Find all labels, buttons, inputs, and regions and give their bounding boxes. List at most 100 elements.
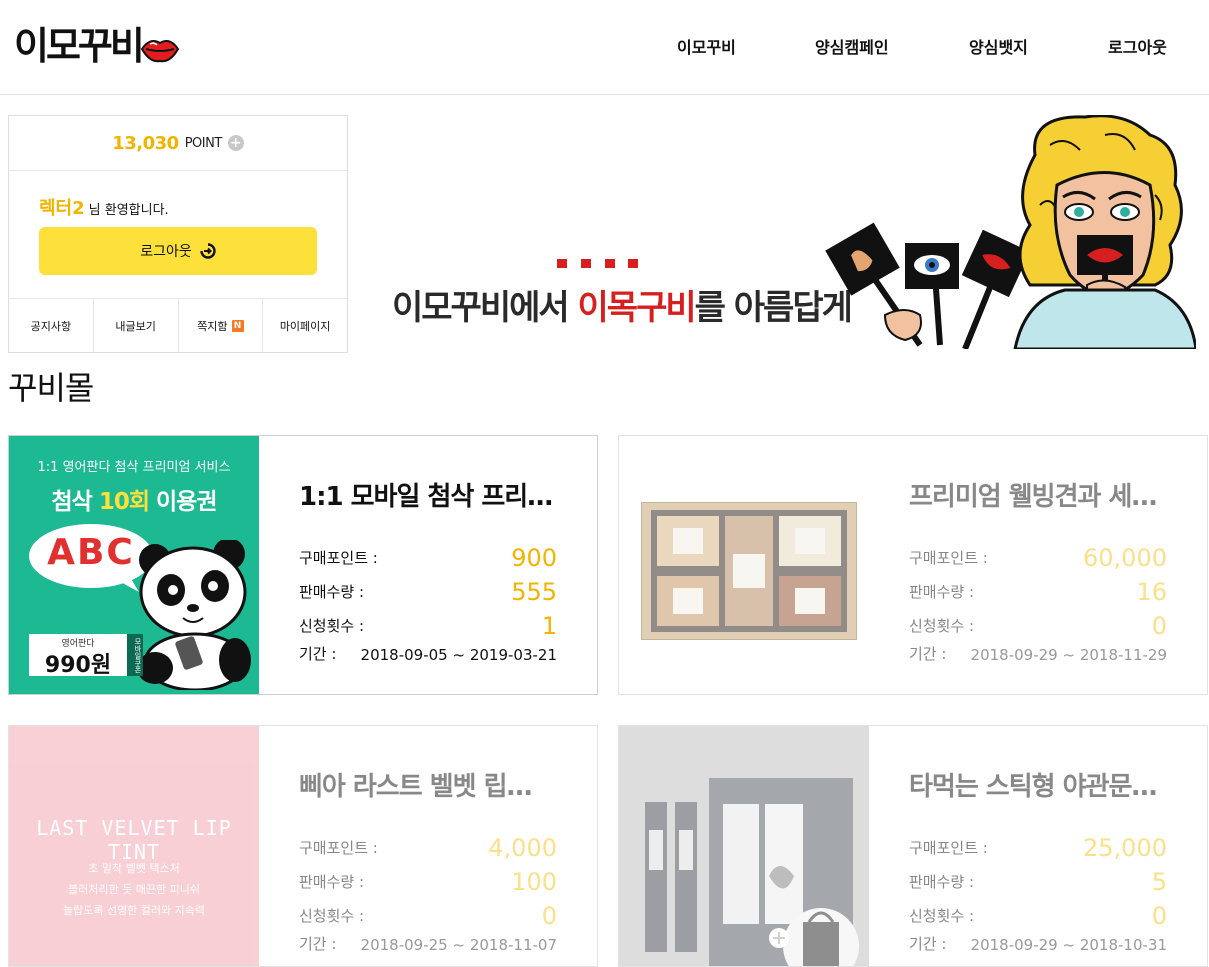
logout-button-label: 로그아웃 <box>140 244 192 260</box>
nav-item-logout[interactable]: 로그아웃 <box>1108 34 1167 58</box>
product-info: 1:1 모바일 첨삭 프리… 구매포인트 : 900 판매수량 : 555 신청횟수… <box>299 436 557 694</box>
period-label: 기간 : <box>909 645 947 663</box>
sales-qty-value: 5 <box>1151 868 1167 896</box>
product-name[interactable]: 삐아 라스트 벨벳 립… <box>299 766 557 803</box>
panda-main-highlight: 10회 <box>98 489 150 515</box>
banner-headline: 이모꾸비에서 이목구비를 아름답게 <box>392 280 853 329</box>
menu-messages[interactable]: 쪽지함 N <box>179 299 264 352</box>
period-row: 기간 : 2018-09-25 ~ 2018-11-07 <box>299 928 557 958</box>
apply-count-value: 0 <box>1151 902 1167 930</box>
product-info: 프리미엄 웰빙견과 세… 구매포인트 : 60,000 판매수량 : 16 신청횟수… <box>909 436 1167 694</box>
menu-mypage[interactable]: 마이페이지 <box>263 299 347 352</box>
apply-count-row: 신청횟수 : 1 <box>299 610 557 640</box>
period-row: 기간 : 2018-09-05 ~ 2019-03-21 <box>299 638 557 668</box>
username: 렉터2 <box>39 198 85 219</box>
sales-qty-label: 판매수량 : <box>909 583 975 601</box>
purchase-point-label: 구매포인트 : <box>299 549 378 567</box>
points-row: 13,030 POINT + <box>9 116 347 171</box>
price-tag: 영어판다 990원 <box>29 634 127 678</box>
banner-text-prefix: 이모꾸비에서 <box>392 288 578 328</box>
menu-notice-label: 공지사항 <box>30 319 72 333</box>
main-nav: 이모꾸비 양심캠페인 양심뱃지 로그아웃 <box>0 34 1209 58</box>
product-name[interactable]: 타먹는 스틱형 야관문… <box>909 766 1167 803</box>
purchase-point-label: 구매포인트 : <box>909 839 988 857</box>
purchase-point-row: 구매포인트 : 60,000 <box>909 542 1167 572</box>
nut-gift-box-image <box>641 502 857 640</box>
site-header: 이모꾸비 이모꾸비 양심캠페인 양심뱃지 로그아웃 <box>0 0 1209 95</box>
purchase-point-row: 구매포인트 : 4,000 <box>299 832 557 862</box>
main-banner[interactable]: 이모꾸비에서 이목구비를 아름답게 <box>380 115 1196 349</box>
period-label: 기간 : <box>909 935 947 953</box>
sales-qty-label: 판매수량 : <box>299 583 365 601</box>
lip-tint-line: 놀랍도록 선명한 컬러와 지속력 <box>62 904 206 917</box>
product-info: 타먹는 스틱형 야관문… 구매포인트 : 25,000 판매수량 : 5 신청횟수 … <box>909 726 1167 966</box>
apply-count-row: 신청횟수 : 0 <box>909 610 1167 640</box>
period-row: 기간 : 2018-09-29 ~ 2018-11-29 <box>909 638 1167 668</box>
sales-qty-row: 판매수량 : 100 <box>299 866 557 896</box>
product-info: 삐아 라스트 벨벳 립… 구매포인트 : 4,000 판매수량 : 100 신청횟수… <box>299 726 557 966</box>
lip-tint-title: LAST VELVET LIP TINT <box>36 816 232 864</box>
menu-my-posts[interactable]: 내글보기 <box>94 299 179 352</box>
period-value: 2018-09-29 ~ 2018-11-29 <box>970 646 1167 664</box>
sales-qty-label: 판매수량 : <box>299 873 365 891</box>
apply-count-label: 신청횟수 : <box>909 617 975 635</box>
apply-count-value: 0 <box>541 902 557 930</box>
panda-main-text: 첨삭 10회 이용권 <box>9 482 259 516</box>
product-image[interactable]: LAST VELVET LIP TINT 초 밀착 벨벳 텍스처 블러처리한 듯… <box>9 726 259 966</box>
apply-count-label: 신청횟수 : <box>299 617 365 635</box>
menu-messages-label: 쪽지함 <box>197 319 228 333</box>
period-value: 2018-09-29 ~ 2018-10-31 <box>970 936 1167 954</box>
menu-my-posts-label: 내글보기 <box>115 319 156 333</box>
product-card[interactable]: 타먹는 스틱형 야관문… 구매포인트 : 25,000 판매수량 : 5 신청횟수 … <box>618 725 1208 967</box>
product-card[interactable]: 1:1 영어판다 첨삭 프리미엄 서비스 첨삭 10회 이용권 ABC 영어판다… <box>8 435 598 695</box>
apply-count-value: 0 <box>1151 612 1167 640</box>
points-unit: POINT <box>184 135 223 151</box>
purchase-point-value: 60,000 <box>1083 544 1167 572</box>
purchase-point-value: 4,000 <box>488 834 557 862</box>
product-name[interactable]: 1:1 모바일 첨삭 프리… <box>299 476 557 513</box>
sales-qty-value: 100 <box>511 868 557 896</box>
banner-dots <box>555 259 638 269</box>
pop-art-woman-illustration <box>825 115 1196 349</box>
sales-qty-label: 판매수량 : <box>909 873 975 891</box>
sales-qty-value: 16 <box>1136 578 1167 606</box>
product-image[interactable] <box>619 726 869 966</box>
sales-qty-row: 판매수량 : 555 <box>299 576 557 606</box>
sales-qty-value: 555 <box>511 578 557 606</box>
user-panel: 13,030 POINT + 렉터2 님 환영합니다. 로그아웃 공지사항 내글보… <box>8 115 348 353</box>
lip-tint-line: 블러처리한 듯 매끈한 피니쉬 <box>68 883 200 896</box>
side-tag: 모바일쿠폰 <box>127 634 143 676</box>
nav-item-badge[interactable]: 양심뱃지 <box>969 34 1028 58</box>
banner-text-highlight: 이목구비 <box>577 288 697 328</box>
product-name[interactable]: 프리미엄 웰빙견과 세… <box>909 476 1167 513</box>
apply-count-label: 신청횟수 : <box>299 907 365 925</box>
panda-main-prefix: 첨삭 <box>51 489 99 515</box>
section-title: 꾸비몰 <box>8 369 94 407</box>
lip-tint-line: 초 밀착 벨벳 텍스처 <box>88 862 180 875</box>
product-card[interactable]: 프리미엄 웰빙견과 세… 구매포인트 : 60,000 판매수량 : 16 신청횟수… <box>618 435 1208 695</box>
purchase-point-row: 구매포인트 : 900 <box>299 542 557 572</box>
menu-notice[interactable]: 공지사항 <box>9 299 94 352</box>
price-tag-value: 990원 <box>44 653 112 678</box>
apply-count-value: 1 <box>541 612 557 640</box>
logout-button[interactable]: 로그아웃 <box>39 227 317 275</box>
welcome-suffix: 님 환영합니다. <box>88 203 169 218</box>
product-image[interactable]: 1:1 영어판다 첨삭 프리미엄 서비스 첨삭 10회 이용권 ABC 영어판다… <box>9 436 259 694</box>
plus-circle-icon[interactable]: + <box>227 135 244 151</box>
logout-icon <box>200 243 216 259</box>
sales-qty-row: 판매수량 : 16 <box>909 576 1167 606</box>
product-card[interactable]: LAST VELVET LIP TINT 초 밀착 벨벳 텍스처 블러처리한 듯… <box>8 725 598 967</box>
product-image[interactable] <box>619 436 869 694</box>
nav-item-campaign[interactable]: 양심캠페인 <box>815 34 889 58</box>
nav-item-home[interactable]: 이모꾸비 <box>677 34 736 58</box>
purchase-point-value: 900 <box>511 544 557 572</box>
purchase-point-row: 구매포인트 : 25,000 <box>909 832 1167 862</box>
points-value: 13,030 <box>112 132 179 154</box>
period-value: 2018-09-25 ~ 2018-11-07 <box>360 936 557 954</box>
period-label: 기간 : <box>299 645 337 663</box>
menu-mypage-label: 마이페이지 <box>279 319 331 333</box>
period-label: 기간 : <box>299 935 337 953</box>
welcome-message: 렉터2 님 환영합니다. <box>39 194 169 220</box>
new-badge: N <box>231 319 244 332</box>
panda-icon <box>137 540 251 690</box>
